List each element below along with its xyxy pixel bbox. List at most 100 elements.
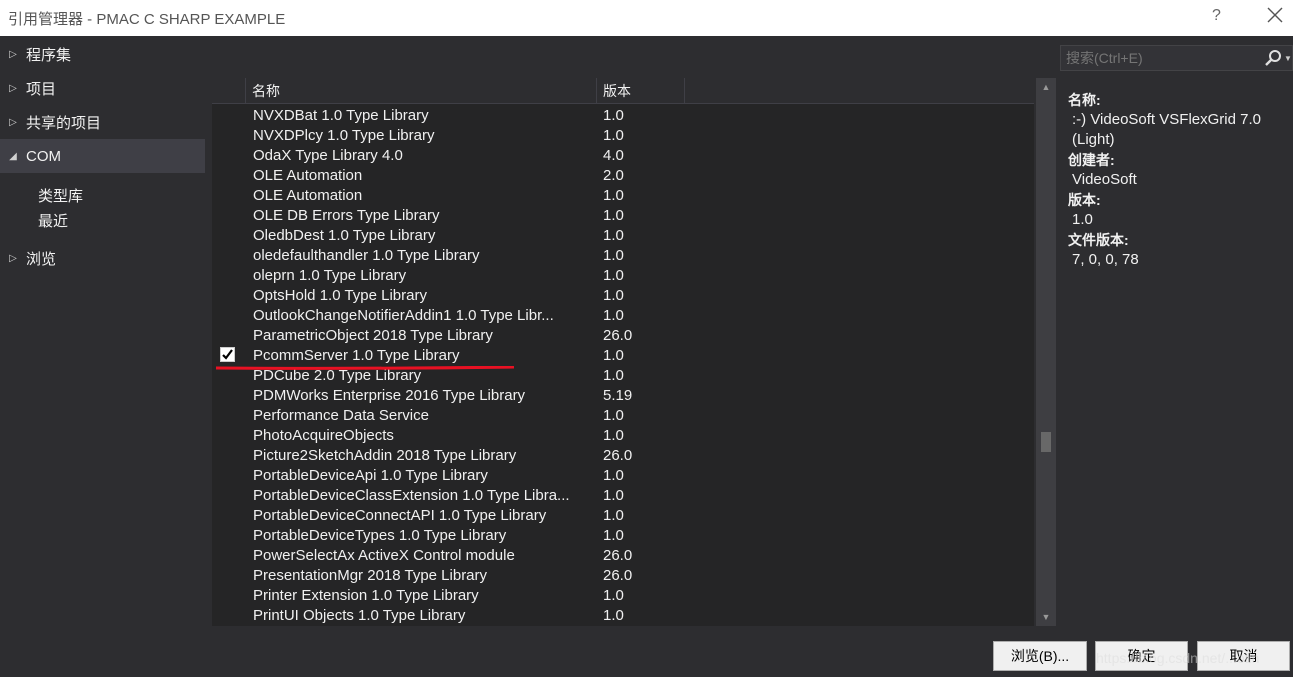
row-version: 1.0 — [603, 586, 624, 604]
nav-item-com[interactable]: ◢ COM — [0, 139, 205, 173]
browse-button[interactable]: 浏览(B)... — [993, 641, 1087, 671]
row-checkbox[interactable] — [220, 587, 236, 603]
collapse-arrow-icon: ◢ — [9, 150, 17, 162]
row-version: 2.0 — [603, 166, 624, 184]
row-checkbox[interactable] — [220, 187, 236, 203]
row-version: 1.0 — [603, 606, 624, 624]
nav-item-assemblies[interactable]: ▷ 程序集 — [0, 37, 205, 71]
row-checkbox[interactable] — [220, 347, 236, 363]
table-row[interactable]: NVXDPlcy 1.0 Type Library 1.0 — [212, 125, 1034, 145]
row-checkbox[interactable] — [220, 127, 236, 143]
checkmark-icon[interactable] — [220, 347, 235, 362]
table-row[interactable]: PortableDeviceTypes 1.0 Type Library 1.0 — [212, 525, 1034, 545]
title-bar: 引用管理器 - PMAC C SHARP EXAMPLE ? — [0, 0, 1293, 36]
detail-file-version-label: 文件版本: — [1068, 232, 1129, 248]
highlight-underline — [216, 366, 514, 370]
row-version: 1.0 — [603, 306, 624, 324]
table-row[interactable]: PortableDeviceApi 1.0 Type Library 1.0 — [212, 465, 1034, 485]
row-checkbox[interactable] — [220, 167, 236, 183]
row-checkbox[interactable] — [220, 207, 236, 223]
row-name: PrintUI Objects 1.0 Type Library — [253, 606, 466, 624]
detail-name-label: 名称: — [1068, 92, 1101, 108]
nav-subitem-recent[interactable]: 最近 — [38, 208, 68, 232]
table-row[interactable]: PrintUI Objects 1.0 Type Library 1.0 — [212, 605, 1034, 625]
row-version: 1.0 — [603, 206, 624, 224]
row-version: 1.0 — [603, 506, 624, 524]
row-checkbox[interactable] — [220, 107, 236, 123]
row-checkbox[interactable] — [220, 487, 236, 503]
row-name: PhotoAcquireObjects — [253, 426, 394, 444]
table-row[interactable]: PhotoAcquireObjects 1.0 — [212, 425, 1034, 445]
row-checkbox[interactable] — [220, 247, 236, 263]
row-checkbox[interactable] — [220, 547, 236, 563]
row-checkbox[interactable] — [220, 327, 236, 343]
table-row[interactable]: OdaX Type Library 4.0 4.0 — [212, 145, 1034, 165]
nav-item-browse[interactable]: ▷ 浏览 — [0, 241, 205, 275]
row-name: NVXDBat 1.0 Type Library — [253, 106, 429, 124]
table-row[interactable]: Performance Data Service 1.0 — [212, 405, 1034, 425]
row-name: OLE Automation — [253, 186, 363, 204]
row-version: 1.0 — [603, 366, 624, 384]
nav-item-projects[interactable]: ▷ 项目 — [0, 71, 205, 105]
list-scrollbar[interactable]: ▲ ▼ — [1036, 78, 1056, 626]
close-icon[interactable] — [1266, 6, 1284, 24]
table-row[interactable]: PowerSelectAx ActiveX Control module 26.0 — [212, 545, 1034, 565]
column-header-name[interactable]: 名称 — [246, 78, 597, 104]
table-row[interactable]: OutlookChangeNotifierAddin1 1.0 Type Lib… — [212, 305, 1034, 325]
nav-item-shared-projects[interactable]: ▷ 共享的项目 — [0, 105, 205, 139]
row-checkbox[interactable] — [220, 567, 236, 583]
row-name: oleprn 1.0 Type Library — [253, 266, 407, 284]
row-name: Performance Data Service — [253, 406, 429, 424]
nav-subitem-type-libraries[interactable]: 类型库 — [38, 183, 83, 207]
table-row[interactable]: OLE Automation 1.0 — [212, 185, 1034, 205]
table-header: 名称 版本 — [212, 78, 1034, 104]
table-row[interactable]: PortableDeviceClassExtension 1.0 Type Li… — [212, 485, 1034, 505]
table-row[interactable]: Picture2SketchAddin 2018 Type Library 26.… — [212, 445, 1034, 465]
row-version: 26.0 — [603, 446, 633, 464]
row-checkbox[interactable] — [220, 427, 236, 443]
scroll-down-arrow-icon[interactable]: ▼ — [1036, 608, 1056, 626]
row-checkbox[interactable] — [220, 267, 236, 283]
nav-subitem-label: 类型库 — [38, 187, 84, 205]
row-checkbox[interactable] — [220, 307, 236, 323]
row-version: 26.0 — [603, 326, 633, 344]
row-checkbox[interactable] — [220, 387, 236, 403]
table-row[interactable]: OLE DB Errors Type Library 1.0 — [212, 205, 1034, 225]
table-row[interactable]: PresentationMgr 2018 Type Library 26.0 — [212, 565, 1034, 585]
help-button[interactable]: ? — [1212, 7, 1221, 25]
table-row[interactable]: oleprn 1.0 Type Library 1.0 — [212, 265, 1034, 285]
row-checkbox[interactable] — [220, 507, 236, 523]
scroll-thumb[interactable] — [1041, 432, 1051, 452]
expand-arrow-icon: ▷ — [9, 48, 17, 60]
table-row[interactable]: OledbDest 1.0 Type Library 1.0 — [212, 225, 1034, 245]
row-version: 1.0 — [603, 246, 624, 264]
table-row[interactable]: oledefaulthandler 1.0 Type Library 1.0 — [212, 245, 1034, 265]
column-header-label: 版本 — [603, 83, 631, 99]
row-checkbox[interactable] — [220, 527, 236, 543]
search-input[interactable] — [1061, 46, 1261, 70]
row-checkbox[interactable] — [220, 287, 236, 303]
table-row[interactable]: Printer Extension 1.0 Type Library 1.0 — [212, 585, 1034, 605]
row-checkbox[interactable] — [220, 447, 236, 463]
row-name: OLE Automation — [253, 166, 363, 184]
row-version: 1.0 — [603, 126, 624, 144]
row-checkbox[interactable] — [220, 467, 236, 483]
search-dropdown-icon[interactable]: ▼ — [1284, 54, 1292, 63]
table-row[interactable]: NVXDBat 1.0 Type Library 1.0 — [212, 105, 1034, 125]
row-checkbox[interactable] — [220, 607, 236, 623]
table-row[interactable]: ParametricObject 2018 Type Library 26.0 — [212, 325, 1034, 345]
search-icon[interactable] — [1264, 49, 1282, 67]
table-row[interactable]: OLE Automation 2.0 — [212, 165, 1034, 185]
scroll-up-arrow-icon[interactable]: ▲ — [1036, 78, 1056, 96]
row-checkbox[interactable] — [220, 227, 236, 243]
table-row[interactable]: PDMWorks Enterprise 2016 Type Library 5.1… — [212, 385, 1034, 405]
column-header-version[interactable]: 版本 — [597, 78, 685, 104]
expand-arrow-icon: ▷ — [9, 116, 17, 128]
row-version: 1.0 — [603, 406, 624, 424]
table-row[interactable]: PcommServer 1.0 Type Library 1.0 — [212, 345, 1034, 365]
row-checkbox[interactable] — [220, 147, 236, 163]
table-row[interactable]: PortableDeviceConnectAPI 1.0 Type Librar… — [212, 505, 1034, 525]
row-checkbox[interactable] — [220, 407, 236, 423]
column-header-check[interactable] — [212, 78, 246, 104]
table-row[interactable]: OptsHold 1.0 Type Library 1.0 — [212, 285, 1034, 305]
